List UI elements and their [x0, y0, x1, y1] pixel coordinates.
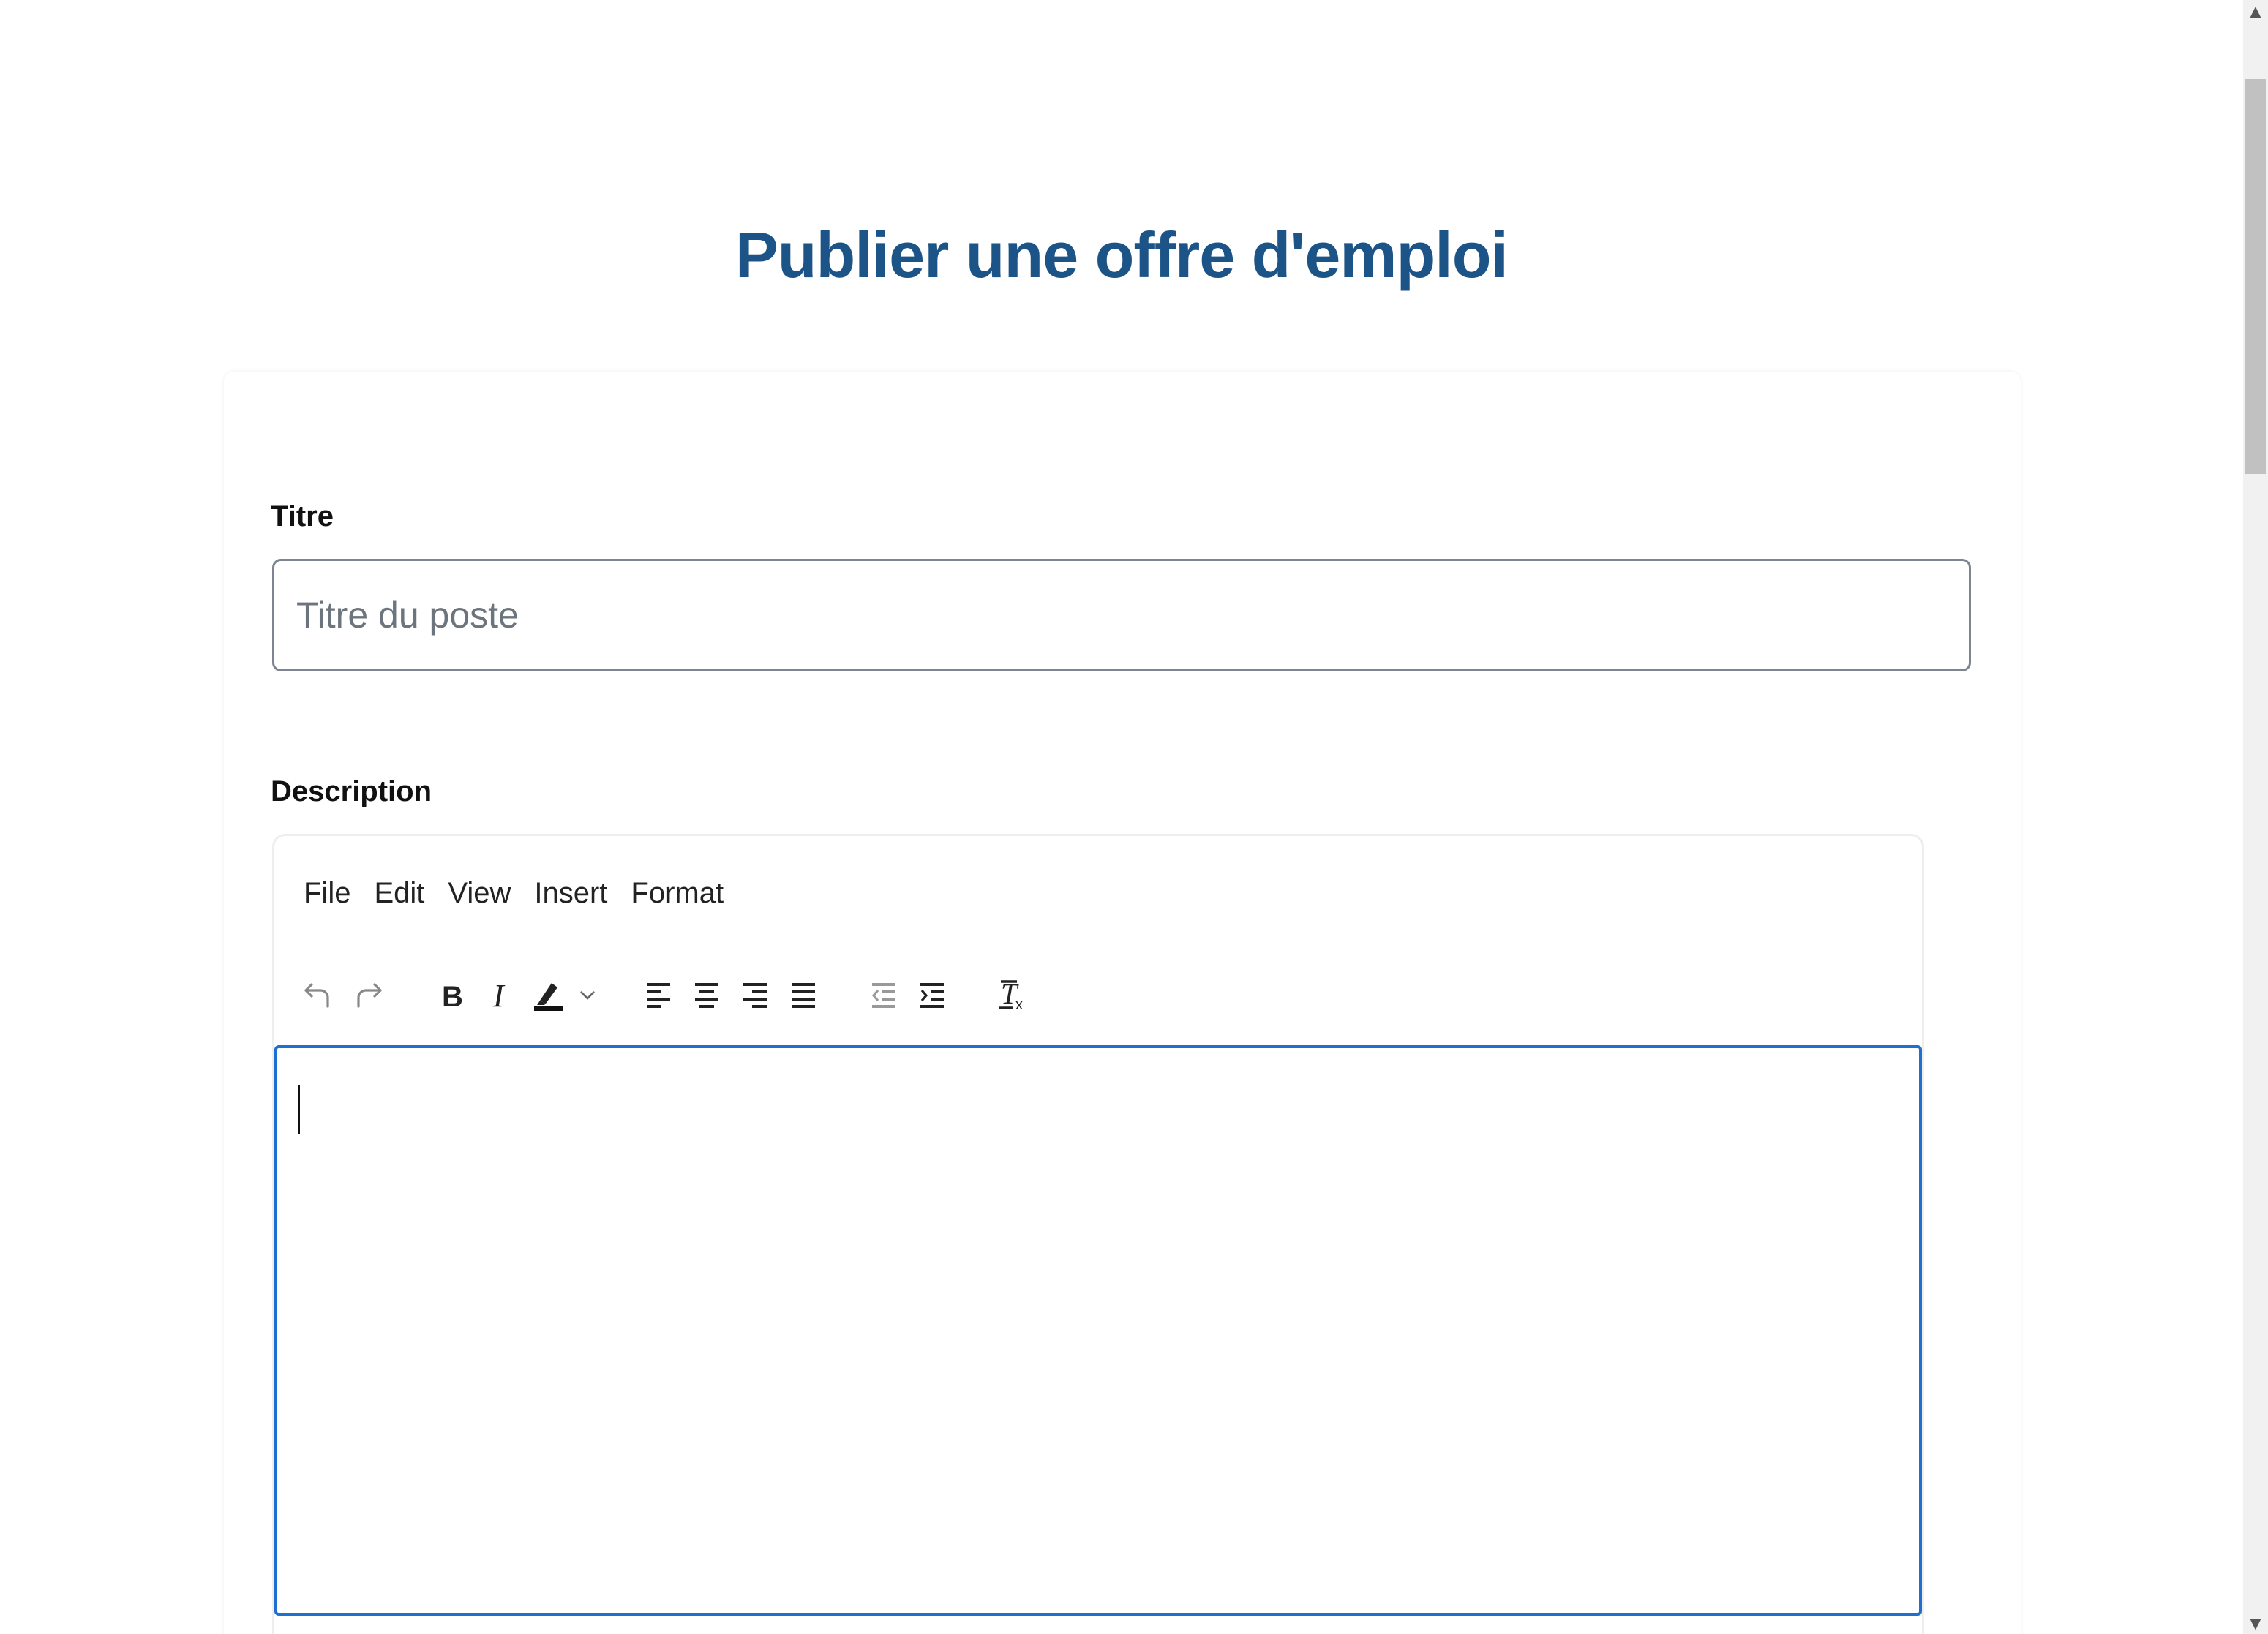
- editor-content-area[interactable]: [274, 1045, 1922, 1616]
- italic-button[interactable]: I: [476, 965, 525, 1024]
- align-right-icon: [743, 983, 767, 1008]
- highlight-icon: [534, 983, 563, 1011]
- description-editor: File Edit View Insert Format B I T x: [272, 834, 1924, 1634]
- page: Publier une offre d'emploi Titre Descrip…: [0, 0, 2268, 1634]
- svg-text:I: I: [492, 978, 506, 1012]
- highlight-button[interactable]: [525, 965, 573, 1024]
- outdent-button[interactable]: [860, 965, 908, 1024]
- italic-icon: I: [492, 978, 506, 1012]
- align-center-icon: [695, 983, 718, 1008]
- align-justify-icon: [792, 983, 815, 1008]
- bold-icon: B: [442, 981, 463, 1012]
- align-justify-button[interactable]: [779, 965, 827, 1024]
- menu-edit[interactable]: Edit: [374, 877, 424, 910]
- clear-formatting-icon: Tx: [999, 977, 1023, 1012]
- undo-icon: [304, 983, 329, 1008]
- scroll-down-arrow[interactable]: ▼: [2243, 1612, 2268, 1634]
- svg-text:x: x: [1015, 997, 1023, 1012]
- clear-formatting-button[interactable]: Tx: [988, 965, 1037, 1024]
- chevron-down-icon: [580, 991, 595, 1000]
- menu-format[interactable]: Format: [631, 877, 724, 910]
- scroll-thumb[interactable]: [2245, 79, 2266, 474]
- align-left-button[interactable]: [634, 965, 683, 1024]
- align-center-button[interactable]: [683, 965, 731, 1024]
- description-label: Description: [271, 775, 432, 807]
- redo-button[interactable]: [343, 965, 391, 1024]
- scroll-up-arrow[interactable]: ▲: [2243, 0, 2268, 22]
- align-right-button[interactable]: [731, 965, 779, 1024]
- indent-icon: [920, 983, 944, 1008]
- outdent-icon: [871, 983, 895, 1008]
- text-caret: [298, 1085, 300, 1134]
- bold-button[interactable]: B: [428, 965, 476, 1024]
- align-left-icon: [647, 983, 670, 1008]
- editor-menubar: File Edit View Insert Format: [304, 877, 724, 910]
- editor-toolbar: B I T x: [295, 962, 1037, 1028]
- title-input[interactable]: [272, 559, 1971, 671]
- menu-file[interactable]: File: [304, 877, 350, 910]
- page-scrollbar[interactable]: ▲ ▼: [2243, 0, 2268, 1634]
- menu-view[interactable]: View: [448, 877, 511, 910]
- svg-text:B: B: [442, 981, 463, 1012]
- page-title: Publier une offre d'emploi: [735, 219, 1509, 291]
- indent-button[interactable]: [908, 965, 956, 1024]
- redo-icon: [357, 983, 382, 1008]
- undo-button[interactable]: [295, 965, 343, 1024]
- highlight-dropdown-button[interactable]: [573, 965, 602, 1024]
- menu-insert[interactable]: Insert: [534, 877, 607, 910]
- title-label: Titre: [271, 500, 334, 532]
